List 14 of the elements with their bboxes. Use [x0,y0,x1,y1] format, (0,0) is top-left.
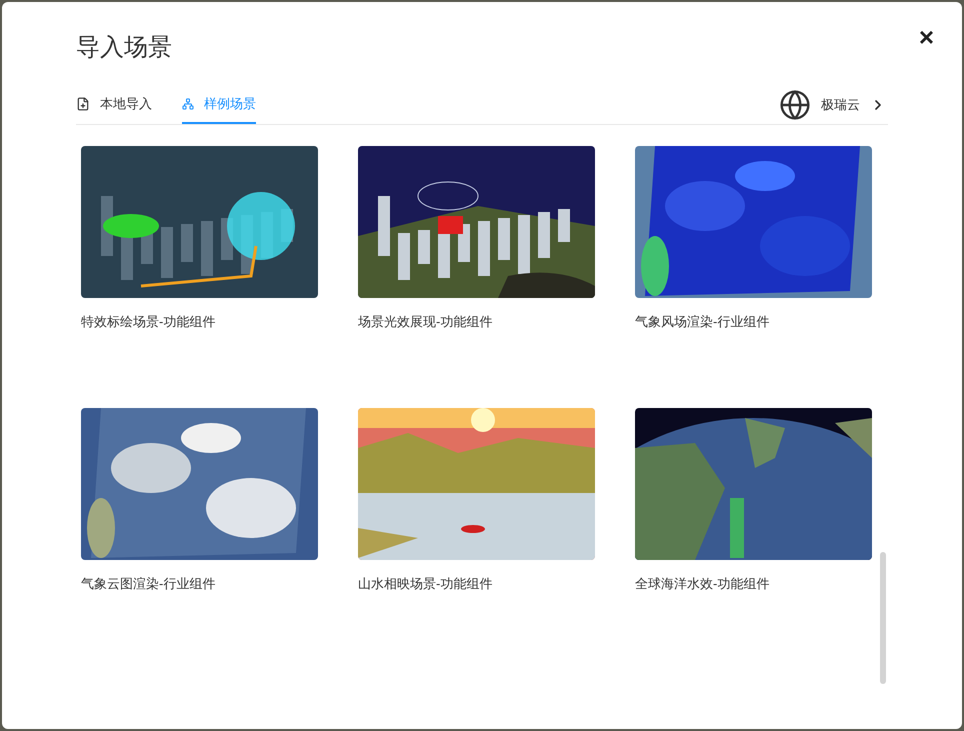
globe-icon [779,89,811,121]
file-plus-icon [76,97,90,111]
scene-title: 特效标绘场景-功能组件 [81,313,216,331]
dialog-title: 导入场景 [76,33,173,63]
scene-title: 场景光效展现-功能组件 [358,313,494,331]
close-button[interactable]: × [914,22,938,52]
scene-title: 气象风场渲染-行业组件 [635,313,770,331]
tab[interactable]: 本地导入 [76,86,152,124]
scene-title: 全球海洋水效-功能组件 [635,575,770,593]
scene-title: 山水相映场景-功能组件 [358,575,494,593]
scene-title: 气象云图渲染-行业组件 [81,575,216,593]
hierarchy-icon [182,98,194,110]
cloud-link[interactable]: 极瑞云 [779,86,886,124]
scrollbar-thumb[interactable] [880,552,886,684]
